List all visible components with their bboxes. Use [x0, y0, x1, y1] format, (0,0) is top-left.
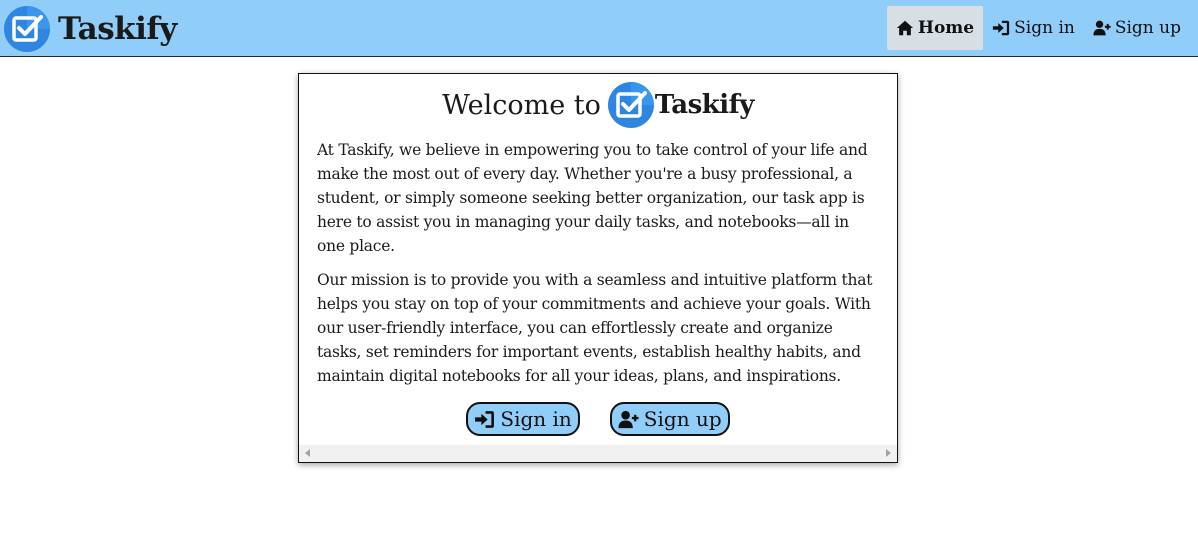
user-plus-icon	[618, 410, 639, 428]
welcome-text: Welcome to	[442, 89, 601, 121]
sign-in-icon	[475, 410, 495, 428]
horizontal-scrollbar[interactable]	[299, 445, 897, 462]
sign-in-button[interactable]: Sign in	[466, 402, 580, 436]
home-icon	[896, 20, 914, 36]
taskify-logo-icon	[607, 82, 654, 128]
nav-sign-in-label: Sign in	[1014, 18, 1075, 38]
welcome-brand-name: Taskify	[654, 90, 755, 120]
scroll-left-icon[interactable]	[305, 449, 310, 457]
sign-in-icon	[993, 20, 1010, 36]
top-navbar: Taskify Home Sign in Sign up	[0, 0, 1198, 57]
welcome-heading: Welcome to Taskify	[299, 82, 897, 128]
mission-paragraph: Our mission is to provide you with a sea…	[317, 271, 873, 385]
taskify-logo-icon	[4, 6, 50, 52]
nav-links: Home Sign in Sign up	[886, 6, 1190, 50]
nav-sign-up-label: Sign up	[1114, 18, 1181, 38]
intro-paragraph: At Taskify, we believe in empowering you…	[317, 141, 868, 255]
welcome-card: Welcome to Taskify At Taskify, we believ…	[298, 73, 898, 463]
nav-sign-in[interactable]: Sign in	[983, 6, 1084, 50]
scroll-right-icon[interactable]	[886, 449, 891, 457]
user-plus-icon	[1093, 20, 1111, 36]
nav-home[interactable]: Home	[886, 6, 984, 50]
nav-home-label: Home	[917, 18, 975, 38]
sign-up-button[interactable]: Sign up	[609, 402, 730, 436]
brand-link[interactable]: Taskify	[4, 5, 177, 53]
sign-in-button-label: Sign in	[500, 407, 572, 431]
brand-name: Taskify	[58, 11, 177, 47]
welcome-body: At Taskify, we believe in empowering you…	[317, 138, 881, 398]
nav-sign-up[interactable]: Sign up	[1084, 6, 1190, 50]
sign-up-button-label: Sign up	[643, 407, 722, 431]
cta-buttons: Sign in Sign up	[299, 402, 897, 436]
